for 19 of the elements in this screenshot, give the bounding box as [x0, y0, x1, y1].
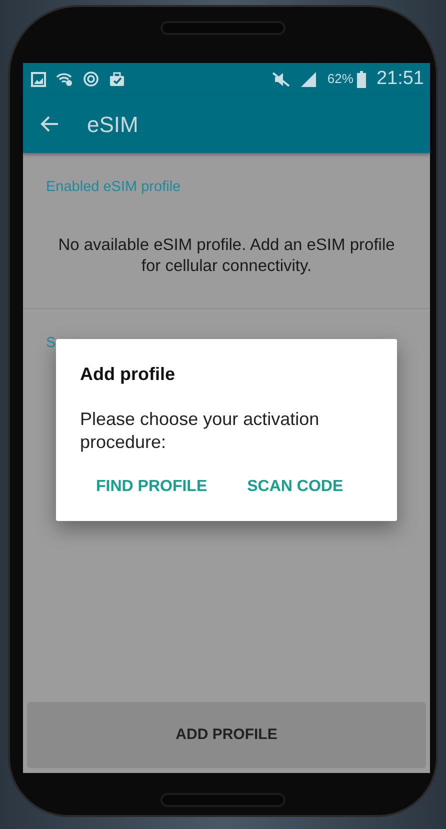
dialog-message: Please choose your activation procedure:	[80, 408, 320, 454]
empty-message: No available eSIM profile. Add an eSIM profile for cellular connectivity.	[57, 234, 396, 278]
back-arrow-icon[interactable]	[39, 115, 59, 133]
image-icon	[31, 72, 46, 86]
wifi-icon	[56, 72, 73, 86]
briefcase-check-icon	[109, 72, 126, 86]
section-header: Enabled eSIM profile	[45, 178, 182, 197]
mute-icon	[272, 72, 290, 86]
battery-icon	[357, 70, 366, 88]
sync-circle-icon	[83, 71, 99, 87]
dialog-action-button[interactable]: FIND PROFILE	[88, 470, 216, 503]
dialog-action-button[interactable]: SCAN CODE	[239, 470, 352, 503]
clock-time: 21:51	[376, 66, 424, 91]
app-title: eSIM	[87, 110, 138, 138]
add-profile-button[interactable]: ADD PROFILE	[27, 702, 426, 768]
battery-percent: 62%	[327, 70, 354, 88]
section-header: S	[45, 334, 57, 353]
dialog-title: Add profile	[80, 363, 176, 386]
signal-icon	[300, 72, 318, 86]
